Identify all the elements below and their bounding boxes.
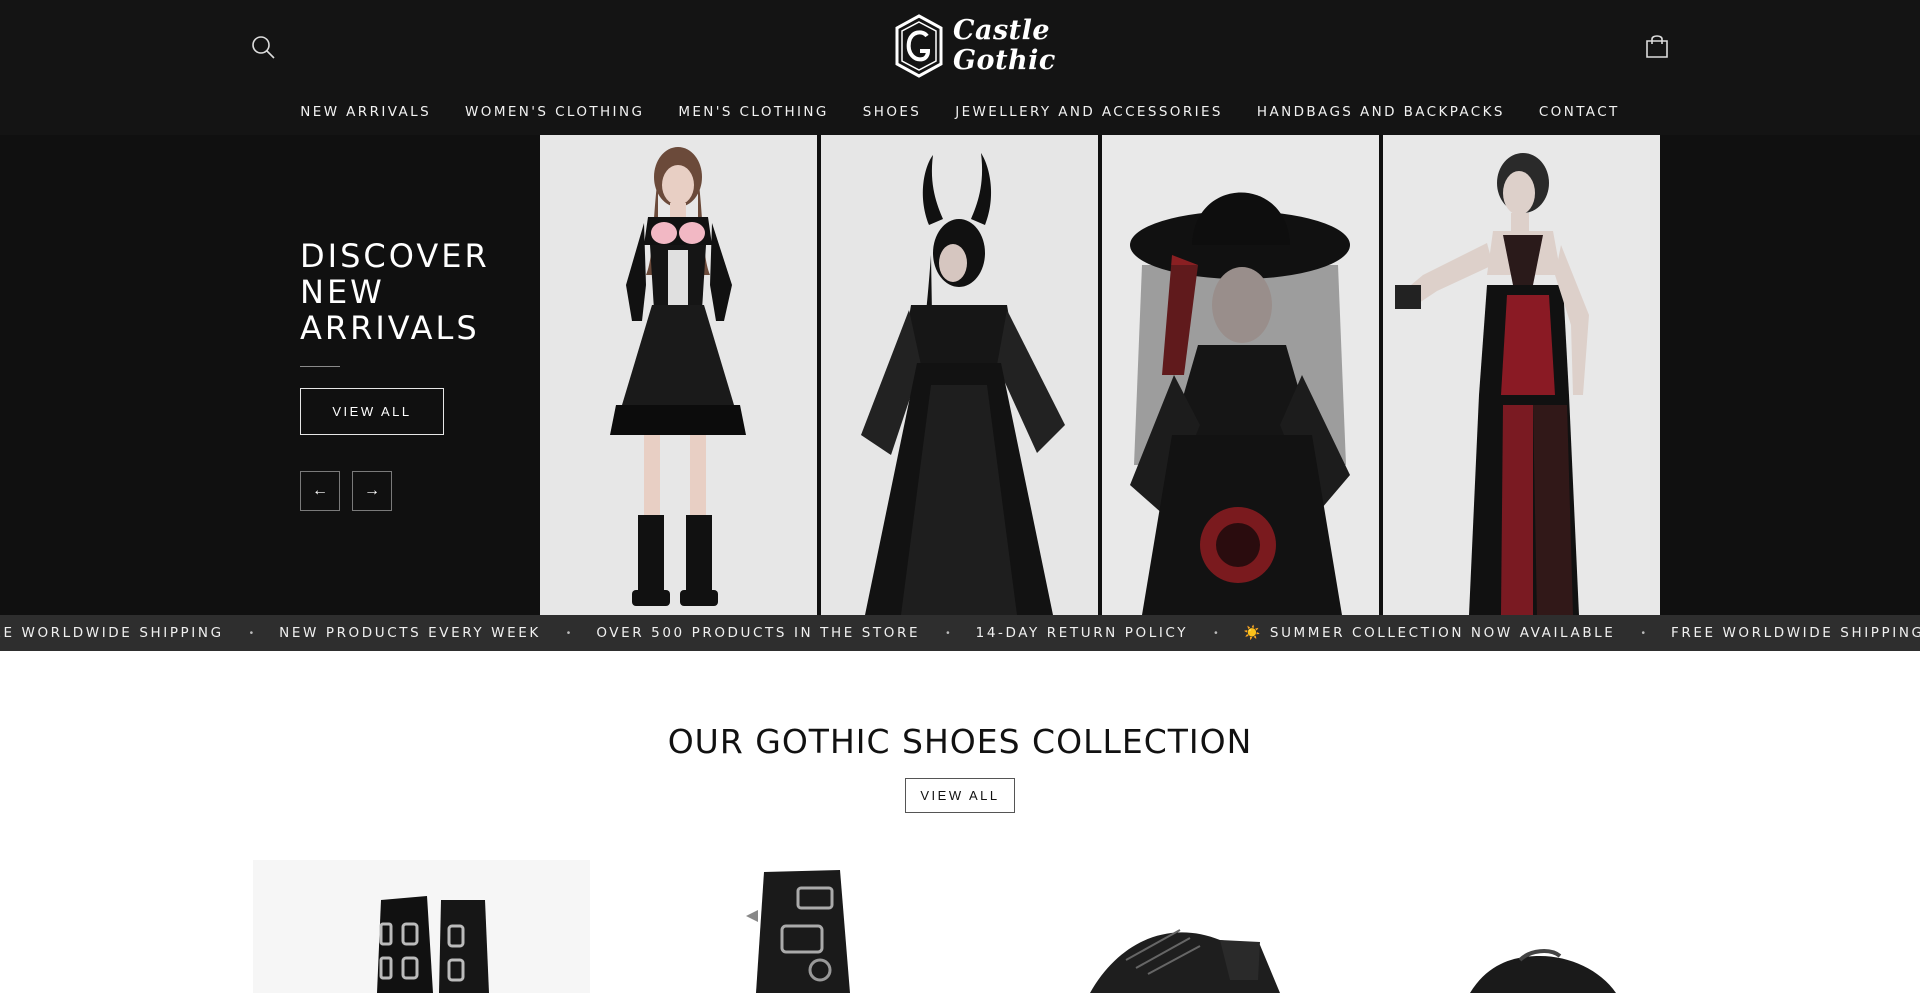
ticker-item: ☀️ SUMMER COLLECTION NOW AVAILABLE [1243, 625, 1616, 641]
product-card-platform-shoe[interactable] [1400, 860, 1700, 993]
logo-line-1: Castle [953, 15, 1051, 46]
ticker-separator: • [249, 627, 254, 639]
slider-prev-button[interactable]: ← [300, 471, 340, 511]
hero-title-line-2: NEW [300, 273, 385, 311]
nav-new-arrivals[interactable]: NEW ARRIVALS [300, 104, 431, 120]
nav-womens-clothing[interactable]: WOMEN'S CLOTHING [465, 104, 644, 120]
ticker-separator: • [1214, 627, 1218, 639]
hero-title: DISCOVER NEW ARRIVALS [300, 238, 490, 346]
cart-icon[interactable] [1643, 32, 1671, 60]
hero-product-image-4[interactable] [1383, 135, 1660, 615]
main-nav: NEW ARRIVALS WOMEN'S CLOTHING MEN'S CLOT… [0, 100, 1920, 124]
hero-slider: DISCOVER NEW ARRIVALS VIEW ALL ← → [0, 135, 1920, 615]
logo-line-2: Gothic [953, 45, 1056, 76]
product-card-spiked-boot[interactable] [700, 860, 1000, 993]
nav-contact[interactable]: CONTACT [1539, 104, 1620, 120]
search-icon[interactable] [250, 34, 276, 60]
ticker-item: 14-DAY RETURN POLICY [975, 625, 1189, 641]
product-card-lace-up-shoe[interactable] [1040, 860, 1340, 993]
site-header: Castle Gothic NEW ARRIVALS WOMEN'S CLOTH… [0, 0, 1920, 135]
ticker-separator: • [1641, 627, 1645, 639]
shoes-section-title: OUR GOTHIC SHOES COLLECTION [667, 722, 1253, 761]
hero-product-image-1[interactable] [540, 135, 817, 615]
ticker-item: OVER 500 PRODUCTS IN THE STORE [596, 625, 921, 641]
hero-title-line-1: DISCOVER [300, 237, 490, 275]
product-card-buckle-boots[interactable] [253, 860, 590, 993]
ticker-track: FREE WORLDWIDE SHIPPING • NEW PRODUCTS E… [0, 615, 1920, 651]
slider-next-button[interactable]: → [352, 471, 392, 511]
ticker-separator: • [946, 627, 950, 639]
nav-handbags-backpacks[interactable]: HANDBAGS AND BACKPACKS [1257, 104, 1505, 120]
site-logo[interactable]: Castle Gothic [893, 14, 1056, 78]
hero-divider [300, 366, 340, 367]
castle-gothic-logo-icon [895, 14, 943, 78]
hero-view-all-button[interactable]: VIEW ALL [300, 388, 444, 435]
ticker-item: FREE WORLDWIDE SHIPPING [0, 625, 224, 641]
hero-product-image-2[interactable] [821, 135, 1098, 615]
ticker-item: FREE WORLDWIDE SHIPPING [1670, 625, 1920, 641]
shoes-view-all-button[interactable]: VIEW ALL [905, 778, 1015, 813]
logo-wordmark: Castle Gothic [953, 16, 1056, 76]
ticker-item: NEW PRODUCTS EVERY WEEK [279, 625, 541, 641]
hero-title-line-3: ARRIVALS [300, 309, 480, 347]
ticker-separator: • [566, 627, 571, 639]
nav-mens-clothing[interactable]: MEN'S CLOTHING [678, 104, 828, 120]
nav-shoes[interactable]: SHOES [863, 104, 921, 120]
hero-product-image-3[interactable] [1102, 135, 1379, 615]
announcement-ticker: FREE WORLDWIDE SHIPPING • NEW PRODUCTS E… [0, 615, 1920, 651]
nav-jewellery-accessories[interactable]: JEWELLERY AND ACCESSORIES [955, 104, 1223, 120]
